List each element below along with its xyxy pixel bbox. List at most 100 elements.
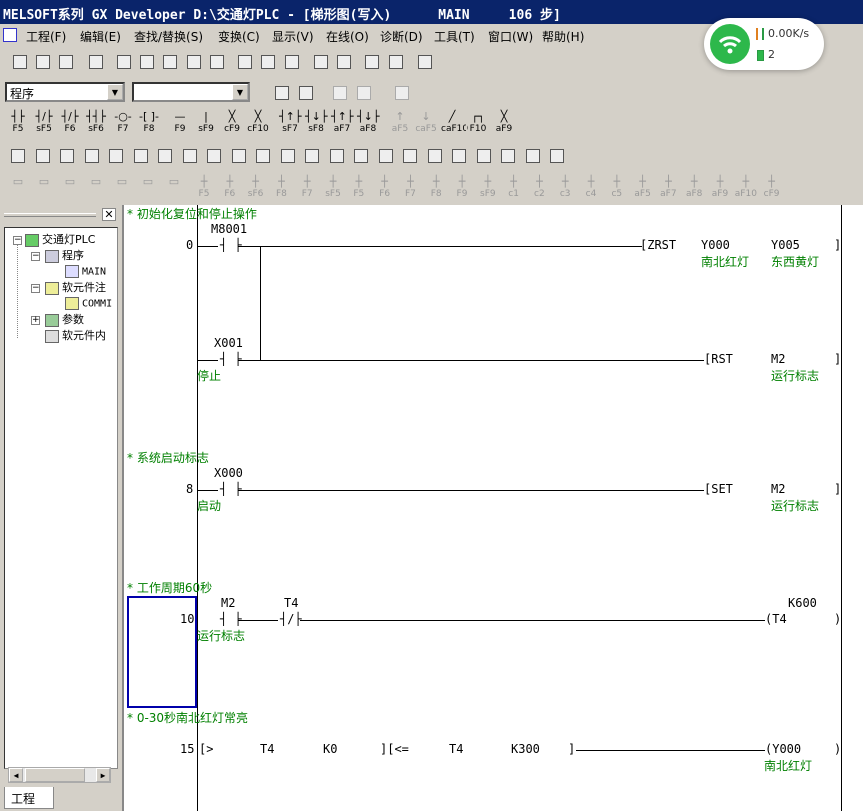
menu-window[interactable]: 窗口(W)	[488, 28, 533, 45]
sfc-key-sf9[interactable]: ┼ sF9	[475, 174, 500, 200]
sfc-key-sf5[interactable]: ┼ sF5	[321, 174, 345, 200]
ladder-key-af9[interactable]: ╳ aF9	[492, 109, 516, 135]
undo-button[interactable]	[182, 50, 204, 72]
cut-button[interactable]	[112, 50, 134, 72]
alias-button[interactable]	[79, 144, 102, 166]
collapse-program-icon[interactable]: −	[31, 252, 40, 261]
tree-item-device-comment[interactable]: 软元件注	[45, 281, 106, 295]
sfc-7-button[interactable]: ▭	[162, 174, 186, 200]
tab-project[interactable]: 工程	[4, 787, 54, 809]
list-button[interactable]	[390, 81, 412, 103]
io-list-button[interactable]	[520, 144, 543, 166]
read-plc-button[interactable]	[360, 50, 382, 72]
collapse-root-icon[interactable]: −	[13, 236, 22, 245]
scroll-thumb[interactable]	[25, 768, 85, 782]
menu-tools[interactable]: 工具(T)	[434, 28, 475, 45]
sfc-key-c5[interactable]: ┼ c5	[604, 174, 629, 200]
ladder-key-sf6[interactable]: ┤┤├ sF6	[84, 109, 108, 135]
ladder-key-cf9[interactable]: ╳ cF9	[220, 109, 244, 135]
ladder-key-f8[interactable]: -[ ]- F8	[137, 109, 161, 135]
expand-param-icon[interactable]: +	[31, 316, 40, 325]
sfc-key-c1[interactable]: ┼ c1	[501, 174, 526, 200]
note-edit-button[interactable]	[373, 144, 396, 166]
ladder-key-f7[interactable]: -○- F7	[111, 109, 135, 135]
paste-button[interactable]	[158, 50, 180, 72]
open-file-button[interactable]	[31, 50, 53, 72]
ladder-key-caf5[interactable]: ↓ caF5	[414, 109, 438, 135]
entry-data-button[interactable]	[275, 144, 298, 166]
sfc-key-f7[interactable]: ┼ F7	[398, 174, 423, 200]
zoom-button[interactable]	[422, 144, 445, 166]
menu-edit[interactable]: 编辑(E)	[80, 28, 121, 45]
ladder-key-f10[interactable]: ┌┐ F10	[466, 109, 490, 135]
device-select[interactable]: ▼	[132, 82, 250, 102]
sfc-key-af7[interactable]: ┼ aF7	[656, 174, 681, 200]
new-file-button[interactable]	[8, 50, 30, 72]
sfc-2-button[interactable]: ▭	[32, 174, 56, 200]
ladder-key-sf9[interactable]: | sF9	[194, 109, 218, 135]
find-device-button[interactable]	[233, 50, 255, 72]
scroll-left-icon[interactable]: ◀	[9, 768, 23, 782]
ladder-monitor-button[interactable]	[177, 144, 200, 166]
sfc-key-af9[interactable]: ┼ aF9	[708, 174, 732, 200]
step-button[interactable]	[300, 144, 322, 166]
tree-item-parameter[interactable]: 参数	[45, 313, 84, 327]
scroll-right-icon[interactable]: ▶	[96, 768, 110, 782]
device-batch-button[interactable]	[328, 81, 350, 103]
ladder-key-af8[interactable]: ┤↓├ aF8	[356, 109, 380, 135]
redo-button[interactable]	[205, 50, 227, 72]
sfc-key-sf6[interactable]: ┼ sF6	[243, 174, 268, 200]
trace-button[interactable]	[447, 144, 469, 166]
sampling-button[interactable]	[471, 144, 494, 166]
sfc-key-f6[interactable]: ┼ F6	[217, 174, 242, 200]
sub-window-button[interactable]	[398, 144, 420, 166]
sfc-key-f5[interactable]: ┼ F5	[192, 174, 216, 200]
print-button[interactable]	[84, 50, 106, 72]
tree-item-comment[interactable]: COMMI	[65, 297, 112, 311]
sfc-key-f7[interactable]: ┼ F7	[295, 174, 320, 200]
ladder-key-af5[interactable]: ↑ aF5	[388, 109, 412, 135]
sfc-key-cf9[interactable]: ┼ cF9	[759, 174, 784, 200]
monitor-button[interactable]	[384, 50, 406, 72]
monitor-stop-button[interactable]	[226, 144, 249, 166]
label-button[interactable]	[352, 81, 374, 103]
menu-icon[interactable]	[3, 28, 17, 42]
tree-item-program[interactable]: 程序	[45, 249, 84, 263]
monitor-start-button[interactable]	[202, 144, 224, 166]
ladder-editor[interactable]: * 初始化复位和停止操作 0 M8001 ┤ ├ [ZRST Y000 Y005…	[124, 205, 863, 811]
ladder-key-f6[interactable]: ┤/├ F6	[58, 109, 82, 135]
setting-button[interactable]	[153, 144, 175, 166]
tree-item-device-memory[interactable]: 软元件内	[45, 329, 106, 343]
sfc-key-f6[interactable]: ┼ F6	[372, 174, 397, 200]
sfc-key-af8[interactable]: ┼ aF8	[682, 174, 707, 200]
sfc-key-f8[interactable]: ┼ F8	[424, 174, 449, 200]
sfc-4-button[interactable]: ▭	[84, 174, 108, 200]
ladder-key-f5[interactable]: ┤├ F5	[6, 109, 30, 135]
statement-edit-button[interactable]	[349, 144, 371, 166]
ladder-key-sf5[interactable]: ┤/├ sF5	[32, 109, 56, 135]
sfc-key-f5[interactable]: ┼ F5	[346, 174, 371, 200]
sfc-5-button[interactable]: ▭	[110, 174, 134, 200]
sfc-key-c4[interactable]: ┼ c4	[579, 174, 603, 200]
copy-button[interactable]	[135, 50, 157, 72]
sfc-key-af5[interactable]: ┼ aF5	[630, 174, 655, 200]
ladder-key-sf8[interactable]: ┤↓├ sF8	[304, 109, 328, 135]
sfc-3-button[interactable]: ▭	[58, 174, 82, 200]
ladder-key-sf7[interactable]: ┤↑├ sF7	[278, 109, 302, 135]
collapse-devcomment-icon[interactable]: −	[31, 284, 40, 293]
comment-edit-button[interactable]	[324, 144, 347, 166]
menu-convert[interactable]: 变换(C)	[218, 28, 260, 45]
ladder-key-cf10[interactable]: ╳ cF10	[246, 109, 270, 135]
device-comment-button[interactable]	[6, 144, 28, 166]
sfc-6-button[interactable]: ▭	[136, 174, 160, 200]
menu-view[interactable]: 显示(V)	[272, 28, 314, 45]
find-instruction-button[interactable]	[256, 50, 278, 72]
tree-item-root[interactable]: 交通灯PLC	[25, 233, 95, 247]
save-button[interactable]	[54, 50, 76, 72]
replace-button[interactable]	[280, 50, 302, 72]
ladder-key-f9[interactable]: — F9	[168, 109, 192, 135]
block-num-button[interactable]	[128, 144, 151, 166]
ladder-key-af7[interactable]: ┤↑├ aF7	[330, 109, 354, 135]
macro-button[interactable]	[104, 144, 126, 166]
sfc-key-f8[interactable]: ┼ F8	[269, 174, 294, 200]
